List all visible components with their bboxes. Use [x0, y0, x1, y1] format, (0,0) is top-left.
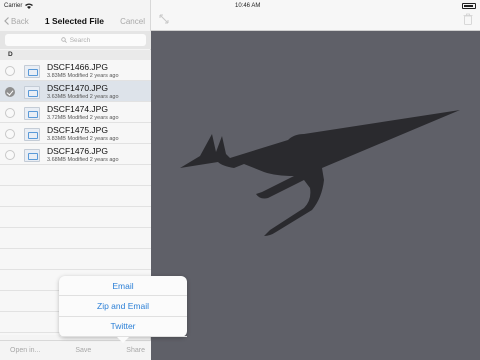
search-bar: Search [0, 31, 151, 49]
popover-arrow [117, 337, 129, 343]
sidebar-navbar: Back 1 Selected File Cancel [0, 11, 151, 31]
section-header: D [0, 50, 151, 60]
file-meta: 3.72MB Modified 2 years ago [47, 115, 119, 121]
file-meta: 3.68MB Modified 2 years ago [47, 157, 119, 163]
search-placeholder: Search [69, 36, 91, 44]
wifi-icon [25, 3, 34, 9]
share-zip-email-option[interactable]: Zip and Email [59, 296, 187, 317]
file-name: DSCF1475.JPG [47, 125, 108, 135]
image-file-icon [24, 107, 40, 120]
save-button[interactable]: Save [75, 347, 91, 354]
share-twitter-option[interactable]: Twitter [59, 317, 187, 337]
trash-icon[interactable] [463, 13, 473, 25]
file-meta: 3.63MB Modified 2 years ago [47, 94, 119, 100]
kangaroo-logo-icon [180, 110, 460, 236]
search-icon [60, 37, 67, 43]
image-file-icon [24, 128, 40, 141]
status-time: 10:46 AM [234, 2, 261, 9]
open-in-button[interactable]: Open in... [10, 347, 40, 354]
carrier-label: Carrier [4, 2, 23, 9]
file-name: DSCF1476.JPG [47, 146, 108, 156]
file-row[interactable]: DSCF1475.JPG 3.83MB Modified 2 years ago [0, 123, 151, 144]
file-row[interactable]: DSCF1470.JPG 3.63MB Modified 2 years ago [0, 81, 151, 102]
image-file-icon [24, 149, 40, 162]
sidebar-title: 1 Selected File [44, 16, 104, 26]
file-name: DSCF1470.JPG [47, 83, 108, 93]
fullscreen-icon[interactable] [158, 13, 170, 25]
file-meta: 3.83MB Modified 2 years ago [47, 136, 119, 142]
chevron-left-icon [4, 17, 9, 25]
select-checkbox[interactable] [5, 108, 15, 118]
back-label: Back [11, 16, 29, 26]
status-bar: Carrier 10:46 AM [0, 0, 480, 11]
image-file-icon [24, 65, 40, 78]
bottom-toolbar: Open in... Save Share [0, 340, 151, 360]
file-row[interactable]: DSCF1466.JPG 3.83MB Modified 2 years ago [0, 60, 151, 81]
search-input[interactable]: Search [5, 34, 146, 46]
back-button[interactable]: Back [4, 17, 29, 26]
select-checkbox[interactable] [5, 150, 15, 160]
file-row[interactable]: DSCF1476.JPG 3.68MB Modified 2 years ago [0, 144, 151, 165]
file-list: DSCF1466.JPG 3.83MB Modified 2 years ago… [0, 60, 151, 165]
file-row[interactable]: DSCF1474.JPG 3.72MB Modified 2 years ago [0, 102, 151, 123]
share-button[interactable]: Share [126, 347, 145, 354]
file-name: DSCF1466.JPG [47, 62, 108, 72]
file-meta: 3.83MB Modified 2 years ago [47, 73, 119, 79]
battery-icon [461, 2, 476, 9]
cancel-button[interactable]: Cancel [120, 17, 145, 26]
select-checkbox[interactable] [5, 87, 15, 97]
select-checkbox[interactable] [5, 129, 15, 139]
file-name: DSCF1474.JPG [47, 104, 108, 114]
image-file-icon [24, 86, 40, 99]
share-popover: Email Zip and Email Twitter [59, 276, 187, 343]
select-checkbox[interactable] [5, 66, 15, 76]
share-email-option[interactable]: Email [59, 276, 187, 297]
